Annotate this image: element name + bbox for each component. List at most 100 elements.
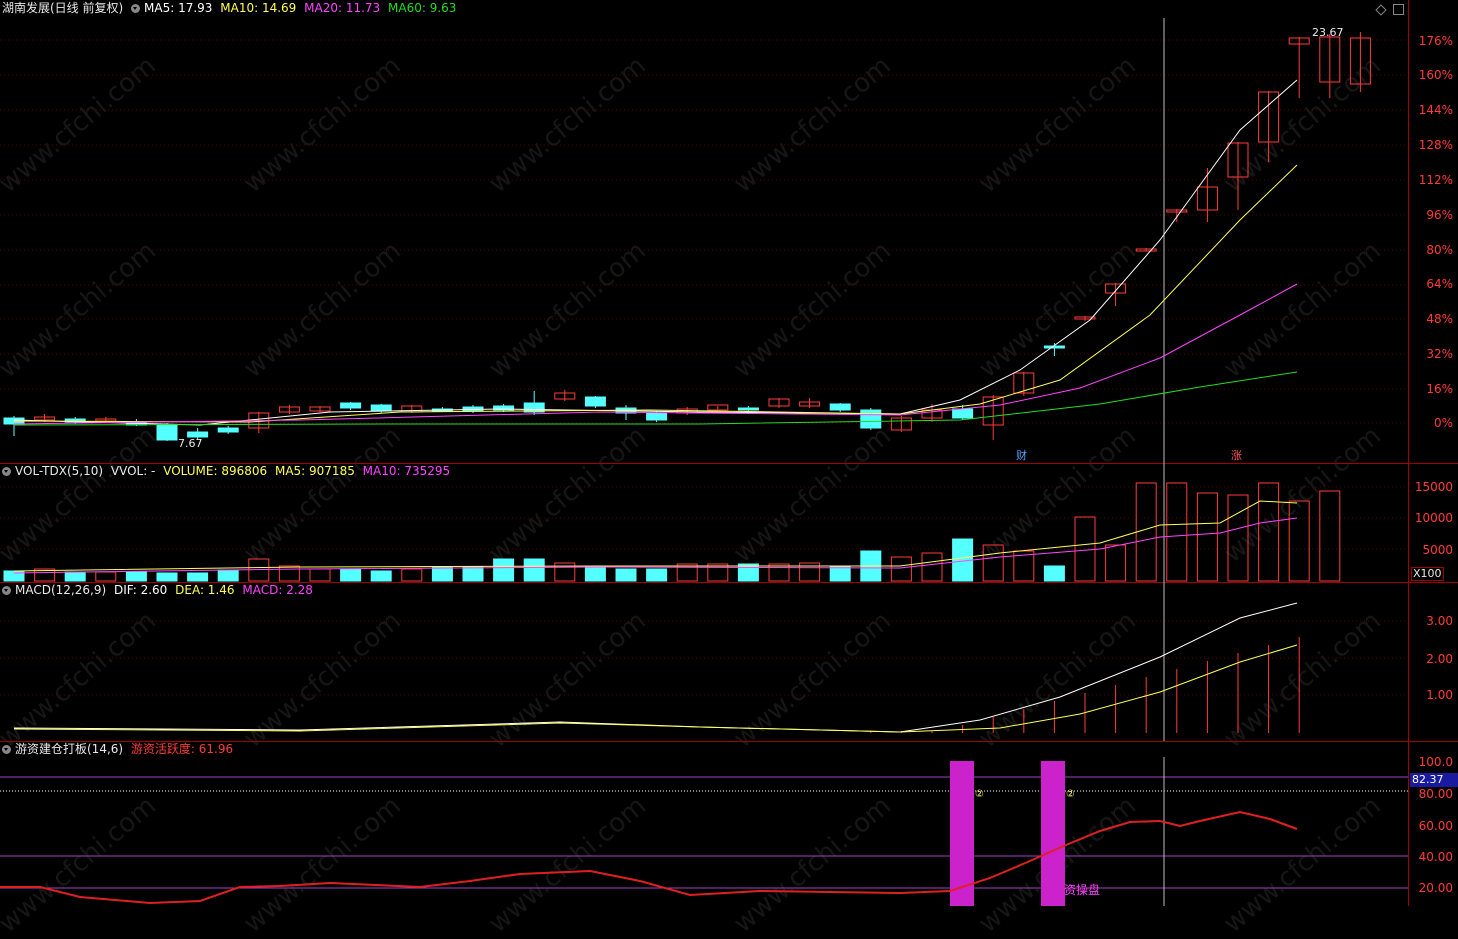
volume-bar xyxy=(493,558,515,582)
price-tick: 96% xyxy=(1426,208,1453,222)
indicator-menu-icon[interactable] xyxy=(2,467,11,476)
candle-body xyxy=(584,396,606,407)
dif-label: DIF: 2.60 xyxy=(113,583,168,597)
volume-bar xyxy=(584,566,606,582)
volume-bar xyxy=(431,566,453,582)
vol-ma5-label: MA5: 907185 xyxy=(274,464,355,478)
volume-unit: X100 xyxy=(1411,567,1444,581)
vol-ma5-line xyxy=(13,500,1298,572)
signal-mark: ② xyxy=(975,789,984,800)
custom-tick: 20.00 xyxy=(1418,881,1453,895)
price-tick: 128% xyxy=(1418,138,1453,152)
candle-body xyxy=(737,407,759,411)
signal-text: 资操盘 xyxy=(1064,883,1101,897)
dif-line xyxy=(13,602,1298,733)
volume-panel[interactable]: VOL-TDX(5,10) VVOL: - VOLUME: 896806 MA5… xyxy=(0,463,1408,583)
indicator-menu-icon[interactable] xyxy=(2,586,11,595)
signal-bar xyxy=(1041,761,1065,906)
custom-tick: 100.0 xyxy=(1418,755,1453,769)
ma5-line xyxy=(13,79,1298,426)
volume-bar xyxy=(1105,544,1127,582)
price-tick: 16% xyxy=(1426,382,1453,396)
custom-tick: 60.00 xyxy=(1418,819,1453,833)
volume-bar xyxy=(187,572,209,582)
macd-title: MACD(12,26,9) xyxy=(15,583,107,597)
volume-bar xyxy=(217,569,239,582)
current-value-badge: 82.37 xyxy=(1410,773,1458,787)
low-price-label: 7.67 xyxy=(178,437,203,450)
price-tick: 112% xyxy=(1418,173,1453,187)
candle-body xyxy=(370,404,392,412)
price-tick: 176% xyxy=(1418,34,1453,48)
price-header: 湖南发展(日线 前复权) MA5: 17.93 MA10: 14.69 MA20… xyxy=(2,0,460,16)
macd-chart[interactable] xyxy=(0,582,1408,741)
macd-value-label: MACD: 2.28 xyxy=(242,583,313,597)
volume-bar xyxy=(340,568,362,582)
candlestick-chart[interactable] xyxy=(0,0,1408,463)
dea-label: DEA: 1.46 xyxy=(175,583,235,597)
volume-bar xyxy=(829,566,851,582)
volume-bar xyxy=(309,568,331,582)
volume-bar xyxy=(401,568,423,582)
volume-tick: 10000 xyxy=(1414,511,1453,525)
ma60-label: MA60: 9.63 xyxy=(388,1,457,15)
price-tick: 48% xyxy=(1426,312,1453,326)
indicator-menu-icon[interactable] xyxy=(131,4,141,13)
macd-panel[interactable]: MACD(12,26,9) DIF: 2.60 DEA: 1.46 MACD: … xyxy=(0,582,1408,742)
volume-bar xyxy=(1135,482,1157,582)
candle-body xyxy=(340,402,362,409)
vol-ma10-label: MA10: 735295 xyxy=(362,464,451,478)
vol-ma10-line xyxy=(13,517,1298,574)
volume-tick: 15000 xyxy=(1414,480,1453,494)
price-axis: 176% 160% 144% 128% 112% 96% 80% 64% 48%… xyxy=(1408,0,1458,464)
custom-indicator-chart[interactable] xyxy=(0,741,1408,906)
signal-mark: ② xyxy=(1066,789,1075,800)
custom-title: 游资建仓打板(14,6) xyxy=(15,742,124,756)
ma10-line xyxy=(13,164,1298,423)
volume-bar xyxy=(1258,482,1280,582)
volume-bar xyxy=(1166,482,1188,582)
price-tick: 32% xyxy=(1426,347,1453,361)
volume-bar xyxy=(462,566,484,582)
volume-bar xyxy=(125,571,147,582)
vol-title: VOL-TDX(5,10) xyxy=(15,464,104,478)
candle-body xyxy=(829,403,851,411)
price-panel[interactable]: 湖南发展(日线 前复权) MA5: 17.93 MA10: 14.69 MA20… xyxy=(0,0,1408,464)
volume-bar xyxy=(921,552,943,582)
price-tick: 64% xyxy=(1426,277,1453,291)
macd-tick: 1.00 xyxy=(1426,688,1453,702)
ma10-label: MA10: 14.69 xyxy=(220,1,297,15)
event-mark-rise[interactable]: 涨 xyxy=(1231,447,1242,463)
volume-bar xyxy=(523,558,545,582)
volume-bar xyxy=(768,563,790,582)
volume-bar xyxy=(1043,565,1065,582)
indicator-menu-icon[interactable] xyxy=(2,745,11,754)
volume-bar xyxy=(1196,492,1218,582)
volume-bar xyxy=(156,572,178,582)
price-tick: 0% xyxy=(1433,416,1453,430)
candle-body xyxy=(646,412,668,421)
volume-bar xyxy=(707,563,729,582)
high-price-label: 23.67 xyxy=(1312,26,1344,39)
custom-header: 游资建仓打板(14,6) 游资活跃度: 61.96 xyxy=(2,741,237,757)
price-tick: 80% xyxy=(1426,243,1453,257)
volume-bar xyxy=(982,544,1004,582)
macd-tick: 3.00 xyxy=(1426,614,1453,628)
macd-axis: 3.00 2.00 1.00 xyxy=(1408,582,1458,742)
candle-body xyxy=(156,424,178,441)
macd-header: MACD(12,26,9) DIF: 2.60 DEA: 1.46 MACD: … xyxy=(2,582,317,598)
volume-bar xyxy=(890,556,912,582)
volume-bar xyxy=(278,565,300,582)
ma5-label: MA5: 17.93 xyxy=(144,1,213,15)
restore-icon[interactable] xyxy=(1393,4,1404,15)
volume-axis: 15000 10000 5000 X100 xyxy=(1408,463,1458,583)
candle-body xyxy=(860,409,882,429)
ma20-label: MA20: 11.73 xyxy=(304,1,381,15)
event-mark-finance[interactable]: 财 xyxy=(1016,447,1027,463)
custom-tick: 40.00 xyxy=(1418,850,1453,864)
volume-chart[interactable] xyxy=(0,463,1408,582)
price-tick: 160% xyxy=(1418,68,1453,82)
macd-tick: 2.00 xyxy=(1426,652,1453,666)
custom-indicator-panel[interactable]: 游资建仓打板(14,6) 游资活跃度: 61.96 ② ② 资操盘 xyxy=(0,741,1408,906)
stock-title: 湖南发展(日线 前复权) xyxy=(2,1,124,15)
